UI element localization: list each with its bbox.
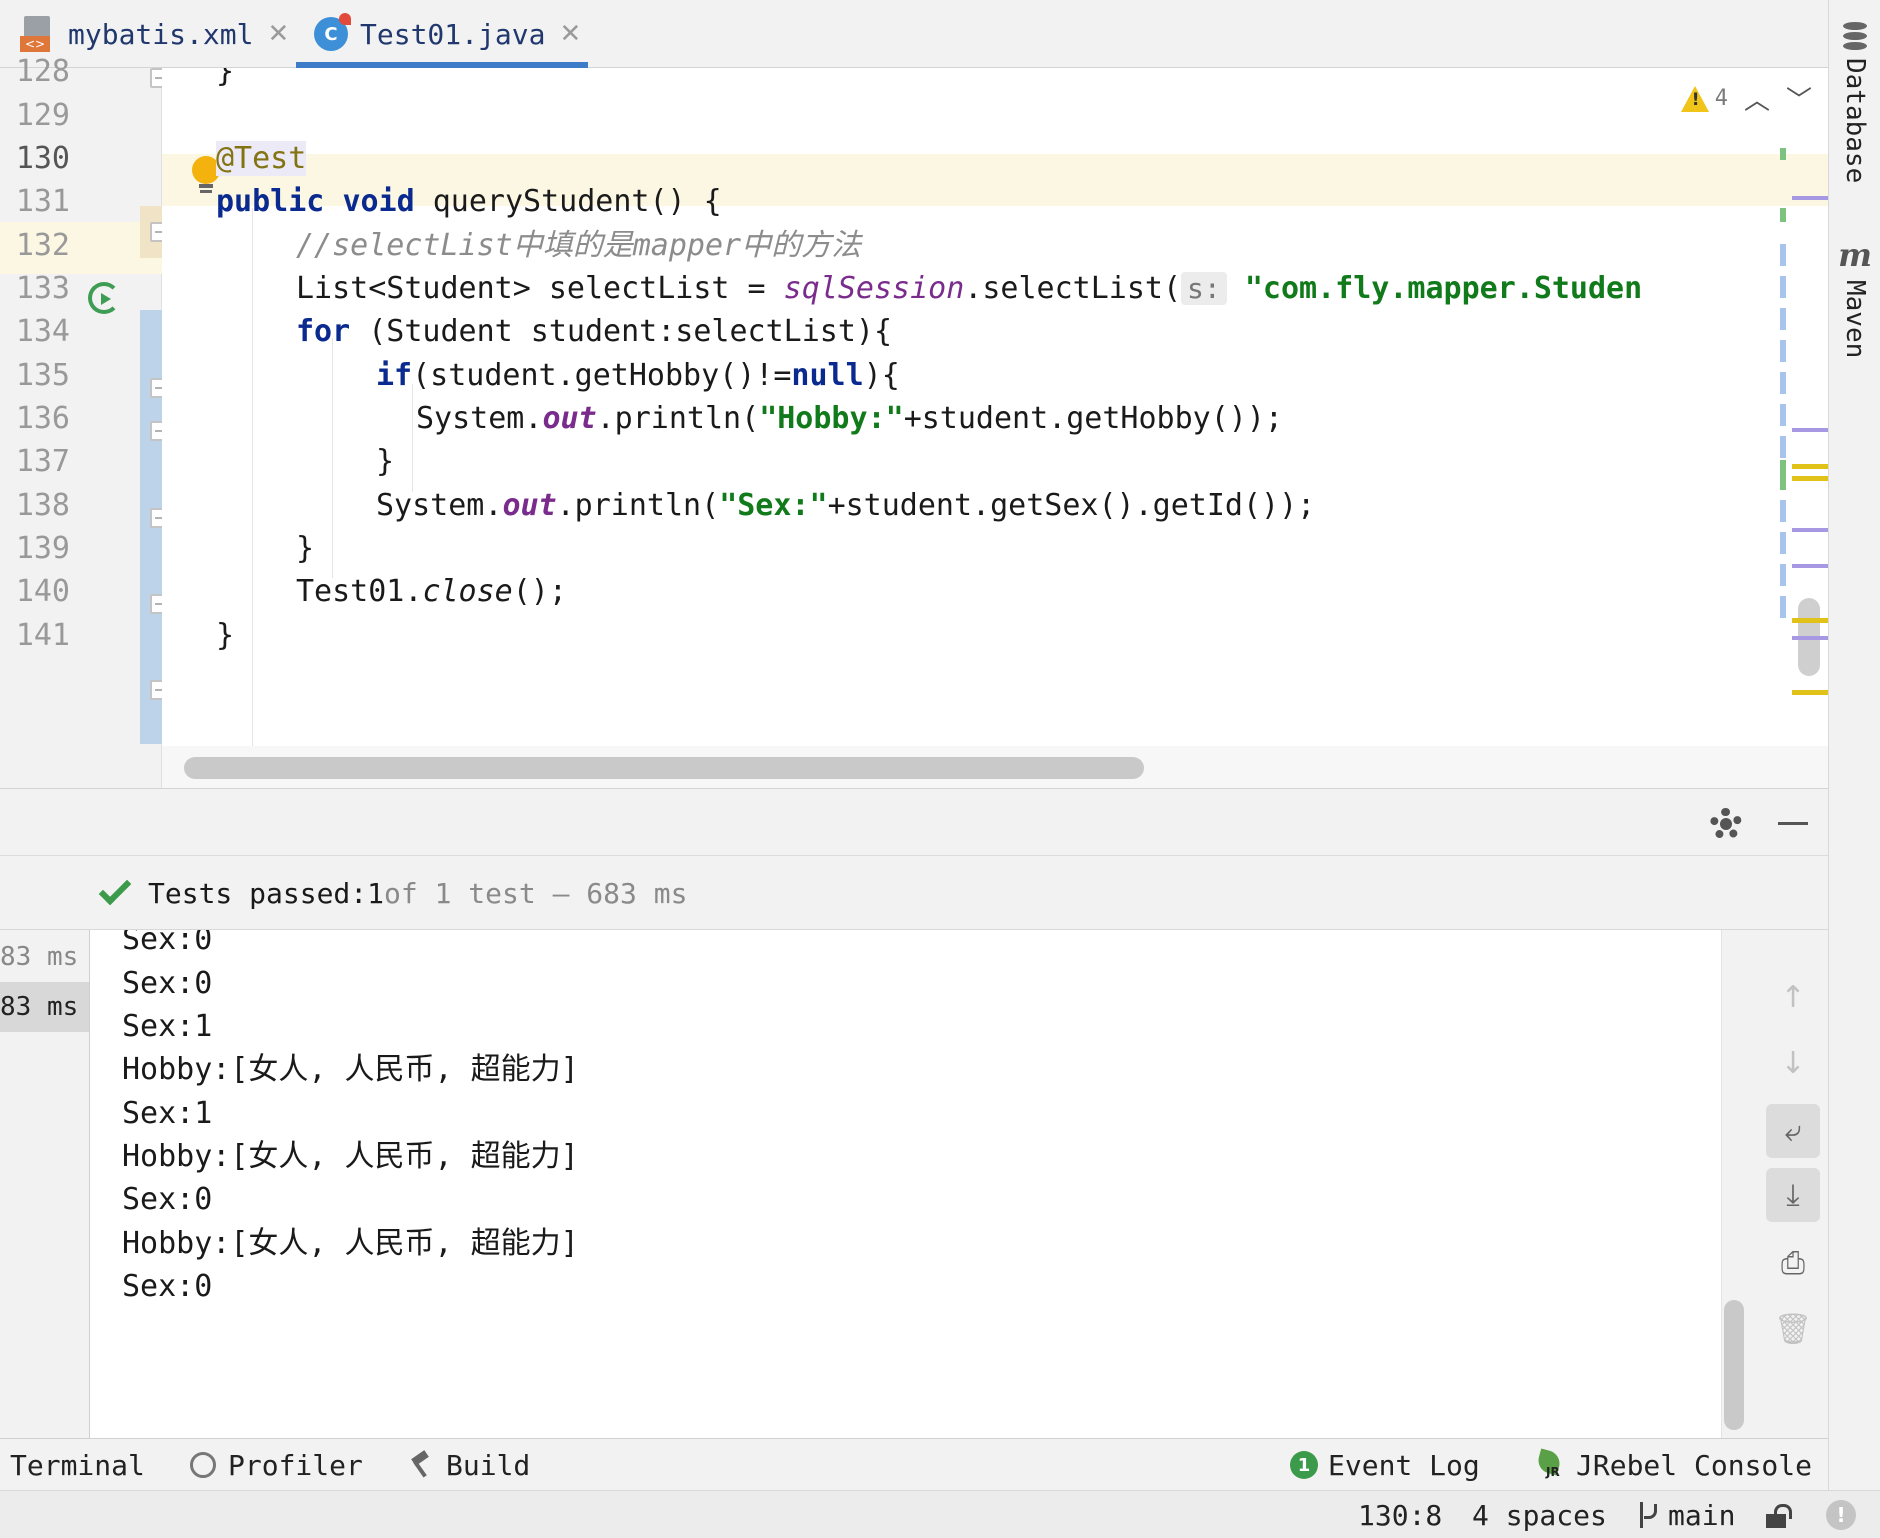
- tab-label: mybatis.xml: [68, 17, 254, 51]
- test-status: Tests passed: 1 of 1 test – 683 ms: [98, 856, 688, 930]
- profiler-tool-button[interactable]: Profiler: [190, 1439, 363, 1491]
- close-tab-icon[interactable]: ✕: [559, 19, 581, 49]
- console-line: Sex:0: [122, 1269, 213, 1304]
- stripe-marker[interactable]: [1792, 428, 1828, 432]
- event-count-badge: 1: [1290, 1451, 1318, 1479]
- database-label: Database: [1840, 58, 1870, 184]
- profiler-label: Profiler: [228, 1448, 363, 1482]
- test-results-tree: 83 ms 83 ms: [0, 930, 90, 1438]
- stripe-change-markers[interactable]: [1780, 244, 1786, 624]
- terminal-label: Terminal: [10, 1448, 145, 1482]
- stripe-marker[interactable]: [1792, 564, 1828, 568]
- profiler-icon: [190, 1452, 216, 1478]
- test-status-prefix: Tests passed:: [148, 876, 368, 910]
- code-line-141: }: [216, 618, 235, 653]
- close-tab-icon[interactable]: ✕: [267, 19, 289, 49]
- test-tree-row-selected[interactable]: 83 ms: [0, 982, 89, 1032]
- branch-icon: [1636, 1500, 1658, 1530]
- code-line-138: System.out.println("Sex:"+student.getSex…: [376, 488, 1316, 523]
- stripe-marker[interactable]: [1780, 148, 1786, 160]
- jrebel-label: JRebel Console: [1576, 1448, 1813, 1482]
- event-log-tool-button[interactable]: 1 Event Log: [1290, 1439, 1480, 1491]
- hammer-icon: [408, 1452, 434, 1478]
- stripe-marker[interactable]: [1792, 528, 1828, 532]
- stripe-marker[interactable]: [1780, 208, 1786, 222]
- tab-label: Test01.java: [360, 17, 546, 51]
- build-label: Build: [446, 1448, 531, 1482]
- soft-wrap-icon[interactable]: ⤶: [1766, 1104, 1820, 1158]
- gear-icon[interactable]: [1710, 808, 1742, 840]
- code-line-136: System.out.println("Hobby:"+student.getH…: [416, 401, 1283, 436]
- check-icon: [98, 872, 132, 906]
- warning-count: 4: [1714, 86, 1728, 111]
- terminal-tool-button[interactable]: Terminal: [10, 1439, 145, 1491]
- caret-position[interactable]: 130:8: [1358, 1491, 1442, 1538]
- minimize-icon[interactable]: [1778, 822, 1808, 825]
- read-only-toggle[interactable]: [1766, 1491, 1792, 1538]
- up-arrow-icon[interactable]: ↑: [1766, 970, 1820, 1024]
- test-status-suffix: of 1 test – 683 ms: [384, 876, 688, 910]
- run-test-icon[interactable]: [88, 282, 120, 314]
- previous-highlight-icon[interactable]: ︿: [1744, 80, 1770, 117]
- maven-tool-button[interactable]: m Maven: [1829, 236, 1880, 358]
- stripe-marker[interactable]: [1792, 636, 1828, 640]
- maven-label: Maven: [1840, 280, 1870, 359]
- lock-icon: [1766, 1504, 1792, 1528]
- stripe-marker[interactable]: [1792, 196, 1828, 200]
- scroll-to-end-icon[interactable]: ⤓: [1766, 1168, 1820, 1222]
- indent-guide: [252, 208, 253, 788]
- annotation-test: @Test: [216, 141, 307, 176]
- editor-gutter[interactable]: 128 129 130 131 132 133 134 135 136 137 …: [0, 54, 170, 788]
- print-icon[interactable]: ⎙: [1766, 1236, 1820, 1290]
- stripe-warning[interactable]: [1792, 476, 1828, 481]
- branch-name: main: [1668, 1498, 1736, 1532]
- inspection-widget[interactable]: 4 ︿ ﹀: [1680, 80, 1812, 117]
- database-tool-button[interactable]: Database: [1829, 22, 1880, 183]
- jrebel-console-tool-button[interactable]: JRebel Console: [1534, 1439, 1812, 1491]
- event-log-label: Event Log: [1328, 1448, 1480, 1482]
- editor-horizontal-scroll-thumb[interactable]: [184, 757, 1144, 779]
- code-line-128: }: [216, 68, 235, 89]
- test-status-count: 1: [367, 876, 385, 910]
- alert-icon: !: [1826, 1500, 1856, 1530]
- java-class-icon: C: [314, 13, 351, 51]
- code-editor[interactable]: } @Test public void queryStudent() { //s…: [162, 68, 1828, 788]
- database-icon: [1843, 22, 1867, 52]
- console-output[interactable]: Sex:0 Sex:0 Sex:1 Hobby:[女人, 人民币, 超能力] S…: [90, 930, 1722, 1438]
- stripe-warning[interactable]: [1792, 464, 1828, 469]
- tool-window-bar: Terminal Profiler Build 1 Event Log JReb…: [0, 1438, 1828, 1490]
- jrebel-icon: [1534, 1449, 1566, 1481]
- test-status-row: Tests passed: 1 of 1 test – 683 ms: [0, 856, 1828, 930]
- vcs-branch-widget[interactable]: main: [1636, 1491, 1735, 1538]
- console-scroll-thumb[interactable]: [1724, 1300, 1744, 1430]
- stripe-warning[interactable]: [1792, 690, 1828, 695]
- warning-icon: [1680, 85, 1709, 112]
- stripe-warning[interactable]: [1792, 618, 1828, 623]
- next-highlight-icon[interactable]: ﹀: [1786, 80, 1812, 117]
- code-line-140: Test01.close();: [296, 574, 567, 609]
- tab-test01-java[interactable]: C Test01.java ✕: [296, 0, 588, 68]
- test-tree-row[interactable]: 83 ms: [0, 932, 89, 982]
- trash-icon[interactable]: 🗑: [1766, 1302, 1820, 1356]
- stripe-marker[interactable]: [1780, 460, 1786, 490]
- indent-guide: [332, 338, 333, 578]
- run-panel-header: [0, 788, 1828, 856]
- indent-setting[interactable]: 4 spaces: [1472, 1491, 1607, 1538]
- console-toolbar: ↑ ↓ ⤶ ⤓ ⎙ 🗑: [1744, 930, 1828, 1438]
- down-arrow-icon[interactable]: ↓: [1766, 1036, 1820, 1090]
- parameter-hint: s:: [1181, 272, 1227, 305]
- maven-icon: m: [1838, 236, 1872, 274]
- notifications-widget[interactable]: !: [1826, 1491, 1856, 1538]
- editor-tab-bar: <> mybatis.xml ✕ C Test01.java ✕: [0, 0, 1828, 68]
- status-bar: 130:8 4 spaces main !: [0, 1490, 1880, 1538]
- line-number: 141: [15, 618, 70, 653]
- build-tool-button[interactable]: Build: [408, 1439, 530, 1491]
- right-tool-window-strip: Database m Maven: [1828, 0, 1880, 1490]
